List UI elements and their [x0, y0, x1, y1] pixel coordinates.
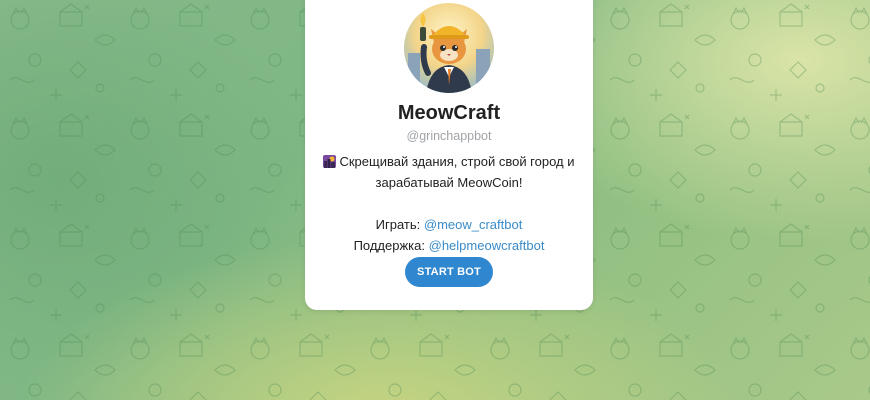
play-bot-link[interactable]: @meow_craftbot	[424, 217, 522, 232]
description-line-1: Скрещивай здания, строй свой город и	[319, 151, 579, 172]
support-label: Поддержка:	[353, 238, 425, 253]
play-label: Играть:	[375, 217, 421, 232]
play-line: Играть: @meow_craftbot	[319, 214, 579, 235]
description-line-2: зарабатывай MeowCoin!	[375, 175, 523, 190]
bot-description: Скрещивай здания, строй свой город и зар…	[319, 151, 579, 256]
support-line: Поддержка: @helpmeowcraftbot	[319, 235, 579, 256]
description-text-line-1: Скрещивай здания, строй свой город и	[339, 154, 575, 169]
city-skyline-emoji-icon	[323, 153, 337, 168]
bot-name-title: MeowCraft	[397, 102, 501, 124]
description-spacer	[319, 193, 579, 214]
bot-username: @grinchappbot	[406, 129, 492, 143]
bot-info-card: MeowCraft @grinchappbot Скрещивай здания…	[305, 0, 593, 310]
cat-builder-avatar	[404, 3, 494, 93]
support-bot-link[interactable]: @helpmeowcraftbot	[429, 238, 545, 253]
start-bot-button[interactable]: START BOT	[405, 257, 493, 287]
